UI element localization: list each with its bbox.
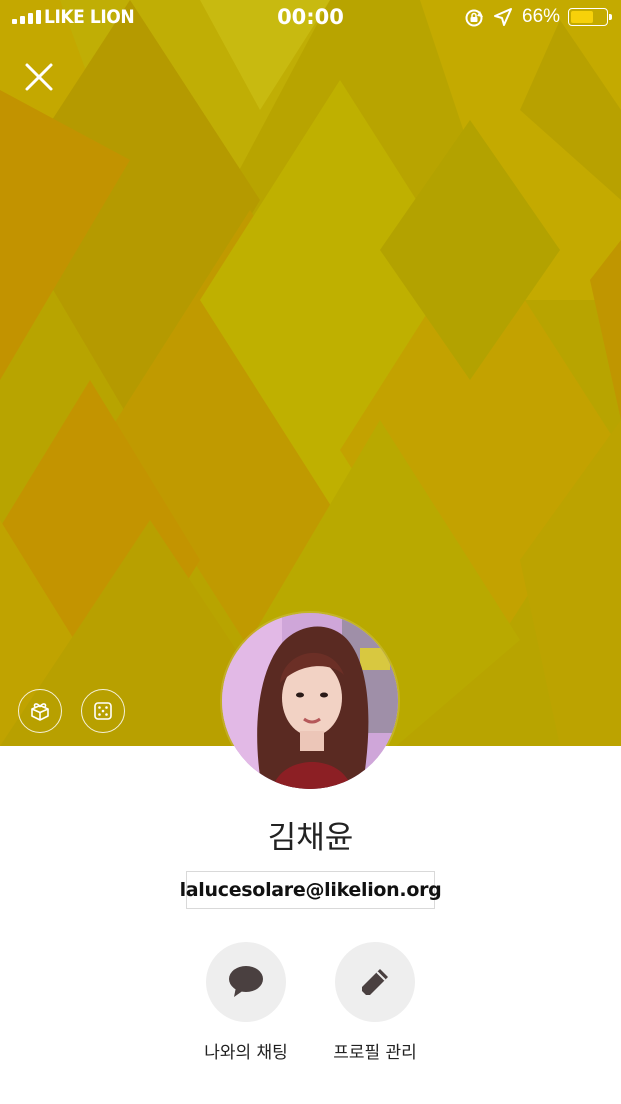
battery-level-fill <box>571 11 593 23</box>
manage-profile-label: 프로필 관리 <box>333 1043 417 1063</box>
dice-button[interactable] <box>81 689 125 733</box>
gift-button[interactable] <box>18 689 62 733</box>
close-icon <box>25 63 53 91</box>
pencil-icon <box>362 969 388 995</box>
avatar[interactable] <box>222 613 398 789</box>
manage-profile-circle[interactable] <box>335 942 415 1022</box>
chat-button-circle[interactable] <box>206 942 286 1022</box>
battery-percentage: 66% <box>522 6 561 27</box>
gift-icon <box>31 703 49 721</box>
manage-profile-button[interactable]: 프로필 관리 <box>305 942 445 1063</box>
profile-photo <box>222 613 398 789</box>
profile-screen: LIKE LION 00:00 66% 김채윤 lalucesolare@lik… <box>0 0 621 1104</box>
dice-icon <box>94 702 112 720</box>
close-button[interactable] <box>20 58 58 96</box>
chat-with-me-button[interactable]: 나와의 채팅 <box>176 942 316 1063</box>
status-message: lalucesolare@likelion.org <box>180 871 442 909</box>
battery-icon <box>568 8 612 26</box>
profile-name: 김채윤 <box>267 820 354 856</box>
chat-bubble-icon <box>229 966 263 997</box>
location-arrow-icon <box>494 8 512 26</box>
chat-with-me-label: 나와의 채팅 <box>204 1043 288 1063</box>
rotation-lock-icon <box>465 9 483 27</box>
status-bar: LIKE LION 00:00 66% <box>0 0 621 36</box>
